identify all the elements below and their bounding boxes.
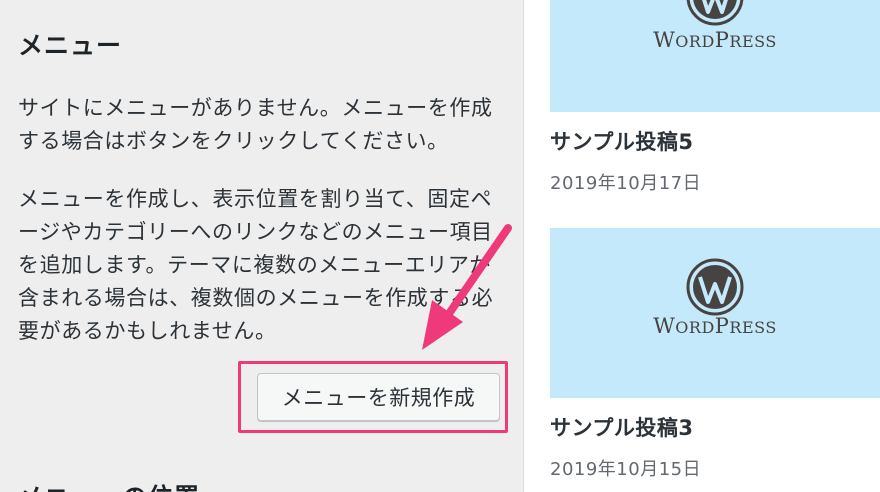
menu-description: メニューを作成し、表示位置を割り当て、固定ページやカテゴリーへのリンクなどのメニ… — [18, 187, 494, 343]
wordpress-logo-icon — [686, 258, 744, 316]
post-card[interactable]: WORDPRESS サンプル投稿3 2019年10月15日 — [550, 228, 880, 492]
menu-settings-panel: メニュー サイトにメニューがありません。メニューを作成する場合はボタンをクリック… — [0, 0, 524, 492]
post-title[interactable]: サンプル投稿5 — [550, 126, 693, 156]
menu-section-title: メニュー — [18, 31, 123, 60]
post-thumbnail[interactable]: WORDPRESS — [550, 0, 880, 112]
post-date: 2019年10月15日 — [550, 459, 702, 480]
create-new-menu-button[interactable]: メニューを新規作成 — [257, 373, 500, 421]
wordpress-wordmark: WORDPRESS — [653, 314, 777, 338]
no-menu-message: サイトにメニューがありません。メニューを作成する場合はボタンをクリックしてくださ… — [18, 96, 493, 153]
post-date: 2019年10月17日 — [550, 173, 702, 194]
post-card[interactable]: WORDPRESS サンプル投稿5 2019年10月17日 — [550, 0, 880, 200]
panel-divider — [523, 0, 524, 492]
wordpress-wordmark: WORDPRESS — [653, 28, 777, 52]
menu-location-title: メニューの位置 — [18, 478, 200, 492]
post-thumbnail[interactable]: WORDPRESS — [550, 228, 880, 398]
wordpress-logo-icon — [686, 0, 744, 26]
post-title[interactable]: サンプル投稿3 — [550, 412, 693, 442]
